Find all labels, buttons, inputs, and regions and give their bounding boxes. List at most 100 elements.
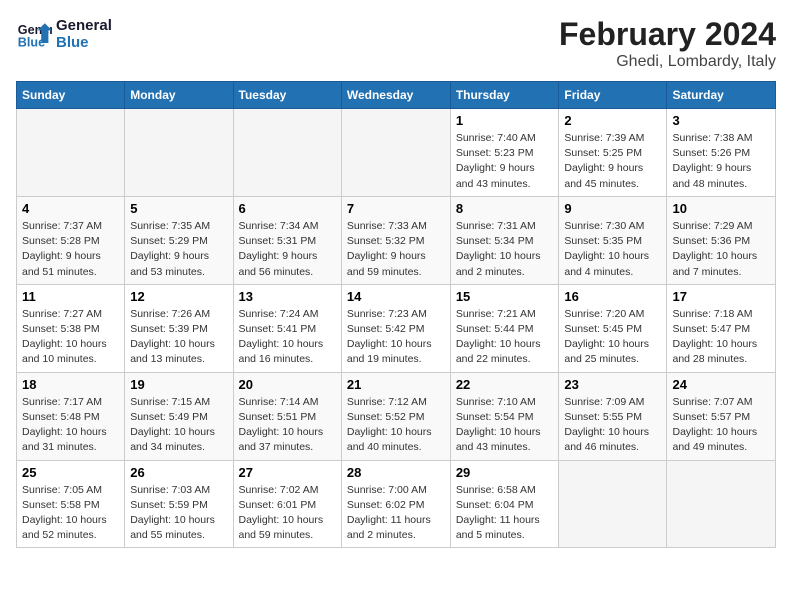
day-info: Sunrise: 7:30 AM Sunset: 5:35 PM Dayligh… bbox=[564, 219, 661, 280]
title-area: February 2024 Ghedi, Lombardy, Italy bbox=[559, 16, 776, 71]
day-number: 23 bbox=[564, 377, 661, 392]
subtitle: Ghedi, Lombardy, Italy bbox=[559, 53, 776, 71]
main-title: February 2024 bbox=[559, 16, 776, 53]
day-info: Sunrise: 7:02 AM Sunset: 6:01 PM Dayligh… bbox=[239, 483, 336, 544]
day-number: 13 bbox=[239, 289, 336, 304]
col-header-wednesday: Wednesday bbox=[341, 82, 450, 109]
calendar-cell: 14 Sunrise: 7:23 AM Sunset: 5:42 PM Dayli… bbox=[341, 284, 450, 372]
day-info: Sunrise: 7:20 AM Sunset: 5:45 PM Dayligh… bbox=[564, 307, 661, 368]
day-number: 3 bbox=[672, 113, 770, 128]
day-number: 17 bbox=[672, 289, 770, 304]
calendar-cell: 25Sunrise: 7:05 AM Sunset: 5:58 PM Dayli… bbox=[17, 460, 125, 548]
day-info: Sunrise: 7:00 AM Sunset: 6:02 PM Dayligh… bbox=[347, 483, 445, 544]
col-header-friday: Friday bbox=[559, 82, 667, 109]
day-number: 2 bbox=[564, 113, 661, 128]
calendar-cell: 3 Sunrise: 7:38 AM Sunset: 5:26 PM Daylig… bbox=[667, 109, 776, 197]
day-info: Sunrise: 7:31 AM Sunset: 5:34 PM Dayligh… bbox=[456, 219, 554, 280]
calendar-cell: 28 Sunrise: 7:00 AM Sunset: 6:02 PM Dayli… bbox=[341, 460, 450, 548]
calendar-cell: 2Sunrise: 7:39 AM Sunset: 5:25 PM Daylig… bbox=[559, 109, 667, 197]
day-info: Sunrise: 7:33 AM Sunset: 5:32 PM Dayligh… bbox=[347, 219, 445, 280]
calendar-cell bbox=[233, 109, 341, 197]
day-number: 11 bbox=[22, 289, 119, 304]
day-info: Sunrise: 7:27 AM Sunset: 5:38 PM Dayligh… bbox=[22, 307, 119, 368]
calendar-cell bbox=[17, 109, 125, 197]
day-info: Sunrise: 7:24 AM Sunset: 5:41 PM Dayligh… bbox=[239, 307, 336, 368]
calendar-cell bbox=[559, 460, 667, 548]
day-info: Sunrise: 7:09 AM Sunset: 5:55 PM Dayligh… bbox=[564, 395, 661, 456]
week-row-1: 1 Sunrise: 7:40 AM Sunset: 5:23 PM Daylig… bbox=[17, 109, 776, 197]
calendar-cell: 21 Sunrise: 7:12 AM Sunset: 5:52 PM Dayli… bbox=[341, 372, 450, 460]
col-header-monday: Monday bbox=[125, 82, 233, 109]
day-number: 12 bbox=[130, 289, 227, 304]
col-header-sunday: Sunday bbox=[17, 82, 125, 109]
day-number: 5 bbox=[130, 201, 227, 216]
calendar-cell: 9 Sunrise: 7:30 AM Sunset: 5:35 PM Daylig… bbox=[559, 196, 667, 284]
day-info: Sunrise: 7:38 AM Sunset: 5:26 PM Dayligh… bbox=[672, 131, 770, 192]
day-number: 27 bbox=[239, 465, 336, 480]
calendar-cell: 6Sunrise: 7:34 AM Sunset: 5:31 PM Daylig… bbox=[233, 196, 341, 284]
calendar-cell: 29Sunrise: 6:58 AM Sunset: 6:04 PM Dayli… bbox=[450, 460, 559, 548]
day-number: 15 bbox=[456, 289, 554, 304]
calendar-header-row: SundayMondayTuesdayWednesdayThursdayFrid… bbox=[17, 82, 776, 109]
day-info: Sunrise: 7:07 AM Sunset: 5:57 PM Dayligh… bbox=[672, 395, 770, 456]
calendar-cell: 26 Sunrise: 7:03 AM Sunset: 5:59 PM Dayli… bbox=[125, 460, 233, 548]
day-info: Sunrise: 7:23 AM Sunset: 5:42 PM Dayligh… bbox=[347, 307, 445, 368]
logo: General Blue General Blue bbox=[16, 16, 112, 52]
calendar-cell: 18 Sunrise: 7:17 AM Sunset: 5:48 PM Dayli… bbox=[17, 372, 125, 460]
day-info: Sunrise: 7:17 AM Sunset: 5:48 PM Dayligh… bbox=[22, 395, 119, 456]
day-info: Sunrise: 7:10 AM Sunset: 5:54 PM Dayligh… bbox=[456, 395, 554, 456]
logo-blue: Blue bbox=[56, 34, 112, 51]
col-header-tuesday: Tuesday bbox=[233, 82, 341, 109]
col-header-thursday: Thursday bbox=[450, 82, 559, 109]
calendar-cell: 11 Sunrise: 7:27 AM Sunset: 5:38 PM Dayli… bbox=[17, 284, 125, 372]
day-info: Sunrise: 7:18 AM Sunset: 5:47 PM Dayligh… bbox=[672, 307, 770, 368]
calendar-cell: 22 Sunrise: 7:10 AM Sunset: 5:54 PM Dayli… bbox=[450, 372, 559, 460]
day-number: 7 bbox=[347, 201, 445, 216]
logo-icon: General Blue bbox=[16, 16, 52, 52]
day-number: 16 bbox=[564, 289, 661, 304]
day-info: Sunrise: 7:34 AM Sunset: 5:31 PM Dayligh… bbox=[239, 219, 336, 280]
day-number: 21 bbox=[347, 377, 445, 392]
calendar-cell: 13 Sunrise: 7:24 AM Sunset: 5:41 PM Dayli… bbox=[233, 284, 341, 372]
col-header-saturday: Saturday bbox=[667, 82, 776, 109]
day-info: Sunrise: 7:12 AM Sunset: 5:52 PM Dayligh… bbox=[347, 395, 445, 456]
day-number: 22 bbox=[456, 377, 554, 392]
day-number: 1 bbox=[456, 113, 554, 128]
day-info: Sunrise: 7:35 AM Sunset: 5:29 PM Dayligh… bbox=[130, 219, 227, 280]
calendar-table: SundayMondayTuesdayWednesdayThursdayFrid… bbox=[16, 81, 776, 548]
calendar-cell: 1 Sunrise: 7:40 AM Sunset: 5:23 PM Daylig… bbox=[450, 109, 559, 197]
day-info: Sunrise: 6:58 AM Sunset: 6:04 PM Dayligh… bbox=[456, 483, 554, 544]
day-number: 20 bbox=[239, 377, 336, 392]
calendar-cell: 4Sunrise: 7:37 AM Sunset: 5:28 PM Daylig… bbox=[17, 196, 125, 284]
day-number: 26 bbox=[130, 465, 227, 480]
header: General Blue General Blue February 2024 … bbox=[16, 16, 776, 71]
calendar-cell: 20Sunrise: 7:14 AM Sunset: 5:51 PM Dayli… bbox=[233, 372, 341, 460]
calendar-cell: 24 Sunrise: 7:07 AM Sunset: 5:57 PM Dayli… bbox=[667, 372, 776, 460]
day-info: Sunrise: 7:03 AM Sunset: 5:59 PM Dayligh… bbox=[130, 483, 227, 544]
calendar-cell: 12 Sunrise: 7:26 AM Sunset: 5:39 PM Dayli… bbox=[125, 284, 233, 372]
day-number: 19 bbox=[130, 377, 227, 392]
week-row-3: 11 Sunrise: 7:27 AM Sunset: 5:38 PM Dayli… bbox=[17, 284, 776, 372]
day-number: 14 bbox=[347, 289, 445, 304]
calendar-cell: 7 Sunrise: 7:33 AM Sunset: 5:32 PM Daylig… bbox=[341, 196, 450, 284]
calendar-cell: 5 Sunrise: 7:35 AM Sunset: 5:29 PM Daylig… bbox=[125, 196, 233, 284]
day-info: Sunrise: 7:29 AM Sunset: 5:36 PM Dayligh… bbox=[672, 219, 770, 280]
day-number: 10 bbox=[672, 201, 770, 216]
calendar-cell bbox=[341, 109, 450, 197]
day-info: Sunrise: 7:15 AM Sunset: 5:49 PM Dayligh… bbox=[130, 395, 227, 456]
calendar-cell: 16 Sunrise: 7:20 AM Sunset: 5:45 PM Dayli… bbox=[559, 284, 667, 372]
calendar-cell: 27 Sunrise: 7:02 AM Sunset: 6:01 PM Dayli… bbox=[233, 460, 341, 548]
week-row-5: 25Sunrise: 7:05 AM Sunset: 5:58 PM Dayli… bbox=[17, 460, 776, 548]
day-info: Sunrise: 7:05 AM Sunset: 5:58 PM Dayligh… bbox=[22, 483, 119, 544]
day-info: Sunrise: 7:26 AM Sunset: 5:39 PM Dayligh… bbox=[130, 307, 227, 368]
week-row-4: 18 Sunrise: 7:17 AM Sunset: 5:48 PM Dayli… bbox=[17, 372, 776, 460]
day-number: 18 bbox=[22, 377, 119, 392]
logo-general: General bbox=[56, 17, 112, 34]
day-number: 24 bbox=[672, 377, 770, 392]
day-number: 28 bbox=[347, 465, 445, 480]
calendar-cell: 15 Sunrise: 7:21 AM Sunset: 5:44 PM Dayli… bbox=[450, 284, 559, 372]
day-number: 9 bbox=[564, 201, 661, 216]
day-info: Sunrise: 7:21 AM Sunset: 5:44 PM Dayligh… bbox=[456, 307, 554, 368]
calendar-cell: 10 Sunrise: 7:29 AM Sunset: 5:36 PM Dayli… bbox=[667, 196, 776, 284]
day-info: Sunrise: 7:40 AM Sunset: 5:23 PM Dayligh… bbox=[456, 131, 554, 192]
